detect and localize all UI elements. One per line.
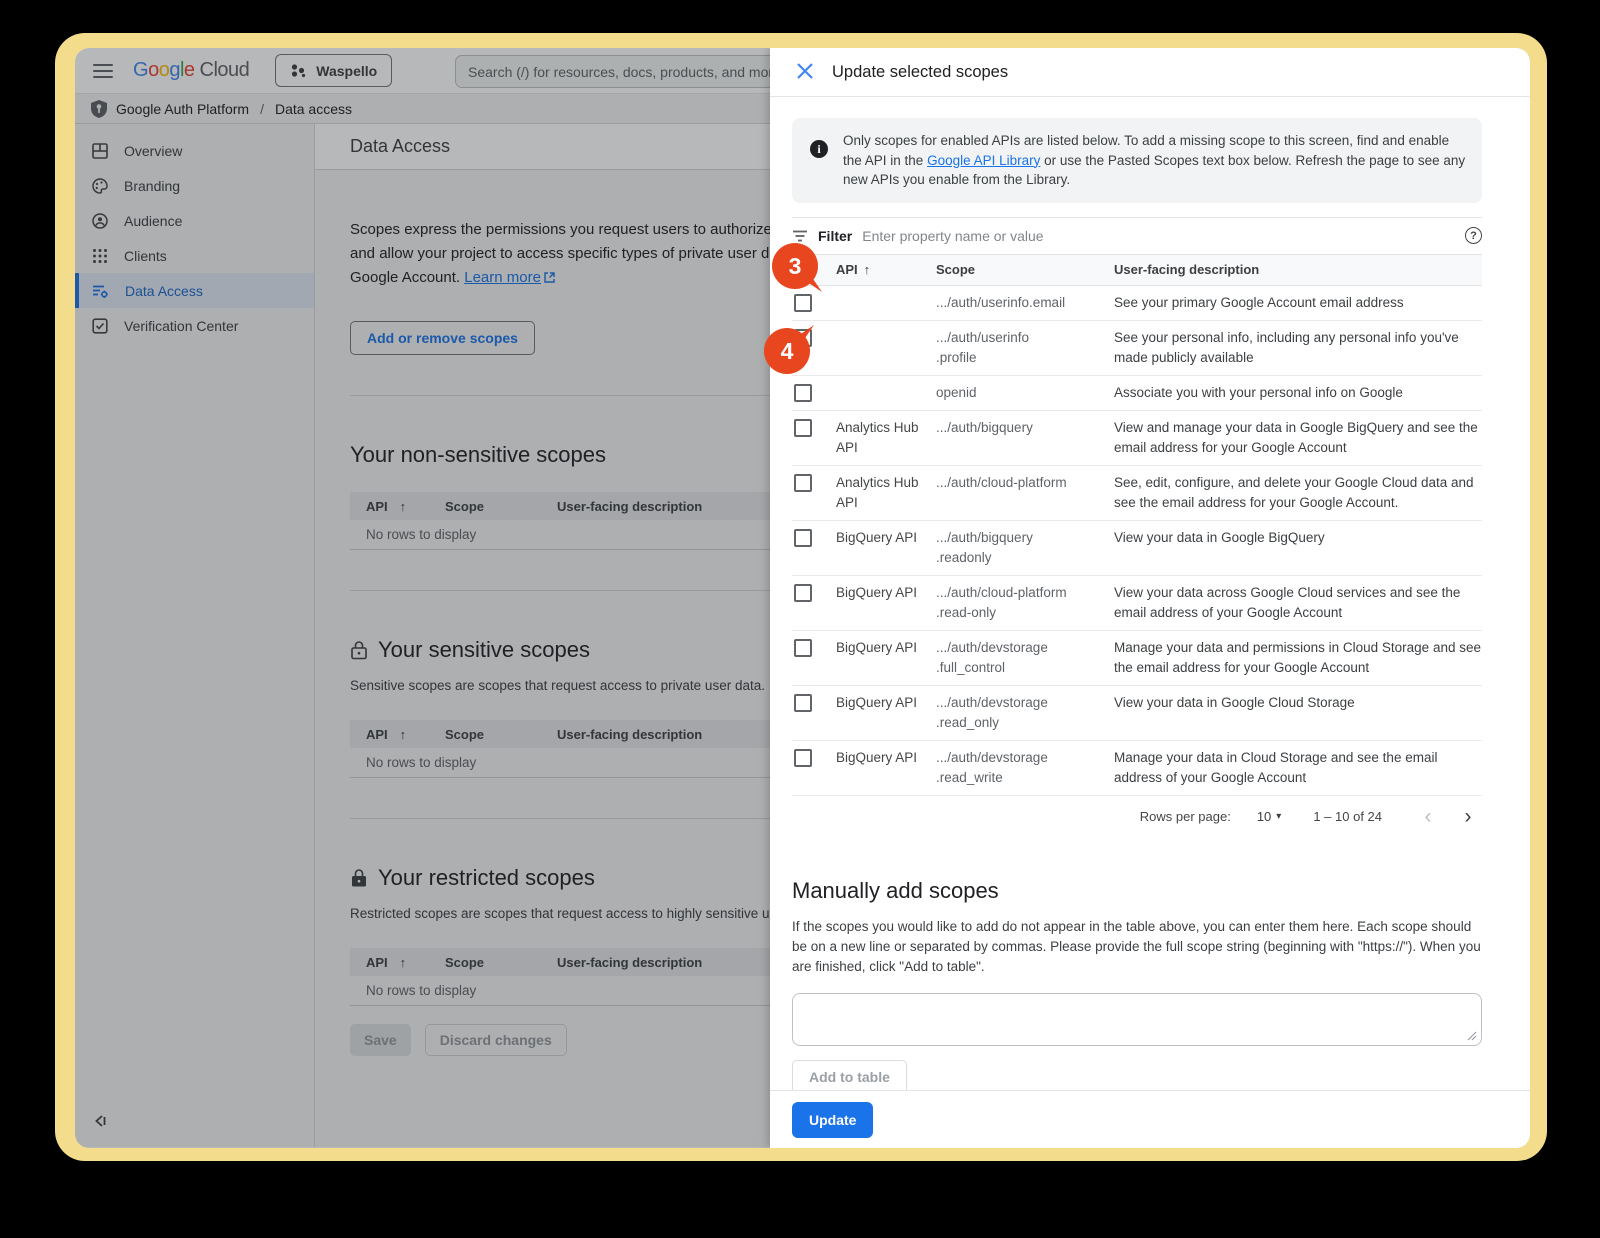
manually-add-scopes-title: Manually add scopes xyxy=(792,878,1482,904)
update-button[interactable]: Update xyxy=(792,1102,873,1138)
scopes-table: API ↑ Scope User-facing description .../a… xyxy=(792,255,1482,796)
update-scopes-panel: Update selected scopes i Only scopes for… xyxy=(770,48,1530,1148)
rows-per-page-label: Rows per page: xyxy=(1140,809,1231,824)
panel-footer: Update xyxy=(770,1090,1530,1148)
row-checkbox[interactable] xyxy=(794,384,812,402)
row-checkbox[interactable] xyxy=(794,584,812,602)
scope-row: .../auth/userinfo .profile See your pers… xyxy=(792,321,1482,376)
panel-title: Update selected scopes xyxy=(832,63,1008,82)
resize-handle[interactable] xyxy=(1467,1031,1477,1041)
panel-header: Update selected scopes xyxy=(770,48,1530,97)
scope-row: BigQuery API .../auth/devstorage .read_w… xyxy=(792,741,1482,796)
manual-scopes-textarea[interactable] xyxy=(792,993,1482,1046)
scope-row: BigQuery API .../auth/devstorage .full_c… xyxy=(792,631,1482,686)
scope-column-header[interactable]: Scope xyxy=(936,260,1114,280)
scope-row: BigQuery API .../auth/bigquery .readonly… xyxy=(792,521,1482,576)
row-checkbox[interactable] xyxy=(794,474,812,492)
api-column-header[interactable]: API xyxy=(836,262,858,277)
scope-row: Analytics Hub API .../auth/cloud-platfor… xyxy=(792,466,1482,521)
manually-add-scopes-description: If the scopes you would like to add do n… xyxy=(792,917,1482,977)
row-checkbox[interactable] xyxy=(794,419,812,437)
pagination-bar: Rows per page: 10▾ 1 – 10 of 24 ‹ › xyxy=(792,796,1482,838)
description-column-header[interactable]: User-facing description xyxy=(1114,260,1482,280)
rows-per-page-select[interactable]: 10▾ xyxy=(1257,809,1282,824)
scope-row: openid Associate you with your personal … xyxy=(792,376,1482,411)
annotation-badge-3: 3 xyxy=(772,243,818,289)
row-checkbox[interactable] xyxy=(794,294,812,312)
annotation-badge-4: 4 xyxy=(764,328,810,374)
help-icon[interactable]: ? xyxy=(1465,227,1482,244)
google-api-library-link[interactable]: Google API Library xyxy=(927,153,1040,168)
info-banner-text: Only scopes for enabled APIs are listed … xyxy=(843,131,1466,190)
row-checkbox[interactable] xyxy=(794,694,812,712)
info-icon: i xyxy=(810,140,828,158)
scope-row: Analytics Hub API .../auth/bigquery View… xyxy=(792,411,1482,466)
filter-icon xyxy=(792,229,808,243)
app-window: Google Cloud Waspello xyxy=(75,48,1530,1148)
close-icon[interactable] xyxy=(795,62,815,82)
scope-row: BigQuery API .../auth/cloud-platform .re… xyxy=(792,576,1482,631)
row-checkbox[interactable] xyxy=(794,749,812,767)
screenshot-canvas: Google Cloud Waspello xyxy=(0,0,1600,1238)
sort-asc-icon: ↑ xyxy=(864,262,871,277)
previous-page-icon[interactable]: ‹ xyxy=(1414,803,1442,831)
info-banner: i Only scopes for enabled APIs are liste… xyxy=(792,118,1482,203)
page-range: 1 – 10 of 24 xyxy=(1313,809,1382,824)
scope-row: BigQuery API .../auth/devstorage .read_o… xyxy=(792,686,1482,741)
scope-row: .../auth/userinfo.email See your primary… xyxy=(792,286,1482,321)
row-checkbox[interactable] xyxy=(794,529,812,547)
row-checkbox[interactable] xyxy=(794,639,812,657)
filter-input[interactable] xyxy=(862,228,1455,244)
filter-bar: Filter ? xyxy=(792,217,1482,255)
next-page-icon[interactable]: › xyxy=(1454,803,1482,831)
filter-label[interactable]: Filter xyxy=(818,228,852,244)
scopes-table-header: API ↑ Scope User-facing description xyxy=(792,255,1482,286)
caret-down-icon: ▾ xyxy=(1276,811,1281,822)
